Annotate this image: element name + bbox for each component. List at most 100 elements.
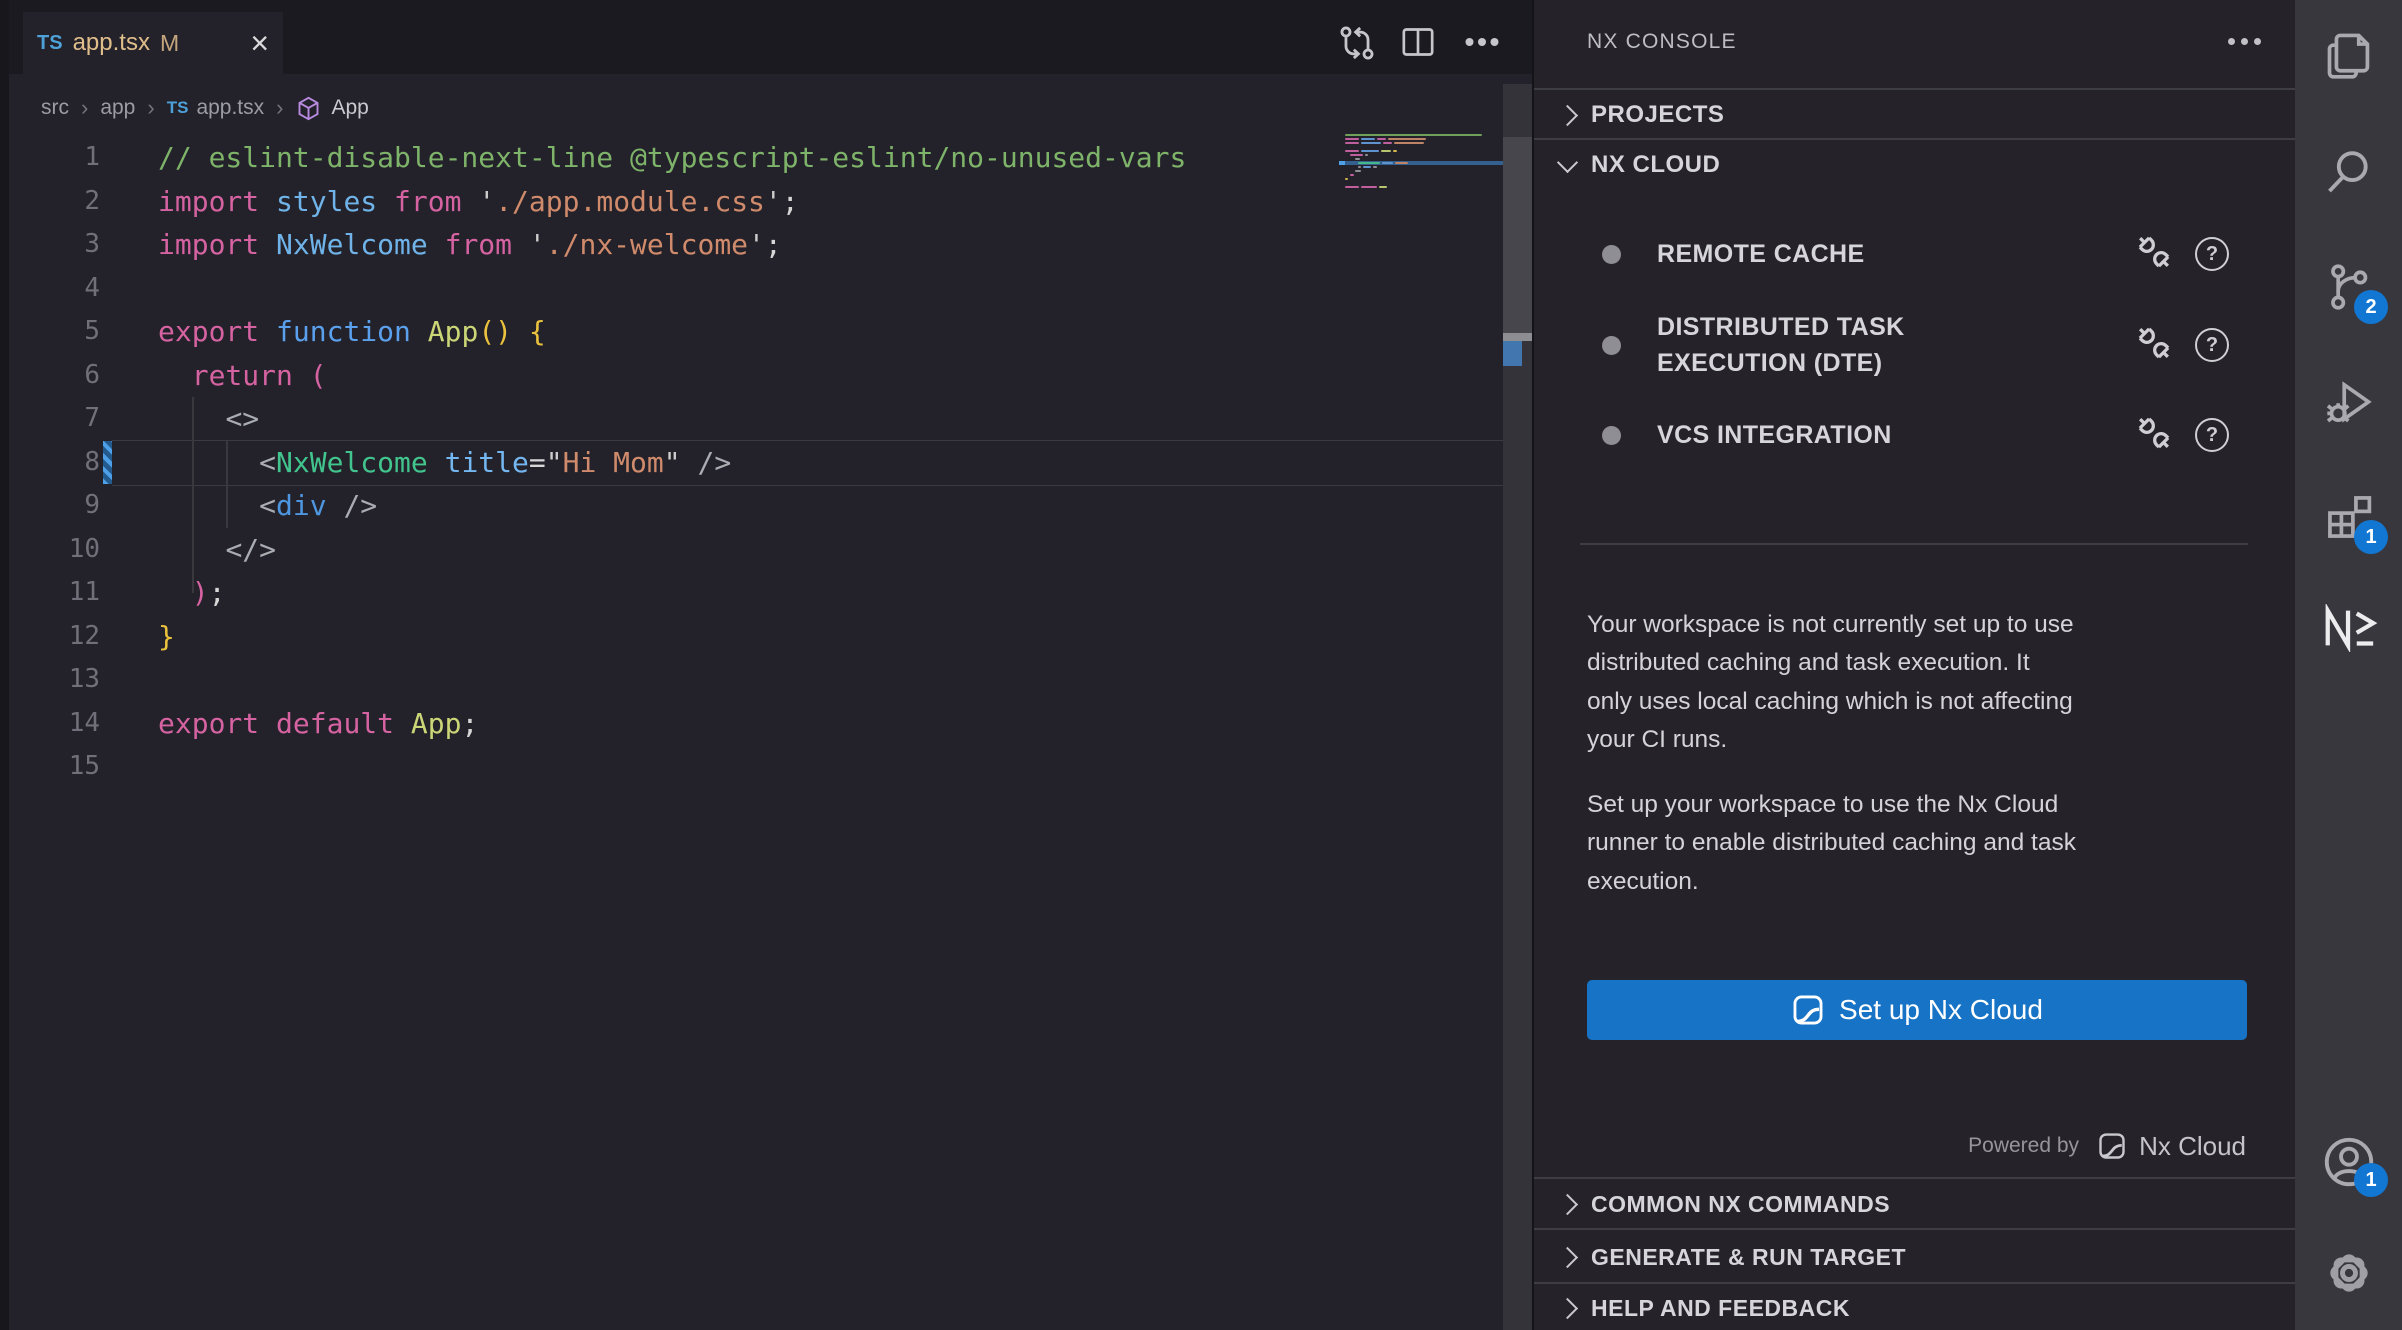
workspace-status-text: Your workspace is not currently set up t… (1587, 606, 2257, 759)
code-line[interactable]: export default App; (158, 702, 1186, 746)
chevron-right-icon (1557, 1297, 1578, 1318)
line-number: 8 (20, 441, 100, 485)
status-dot-icon (1602, 245, 1621, 264)
section-label: HELP AND FEEDBACK (1591, 1295, 1850, 1322)
connect-plug-icon[interactable] (2131, 229, 2177, 280)
nx-cloud-logo-icon (2097, 1131, 2127, 1161)
panel-title: NX CONSOLE (1587, 30, 1737, 54)
window-edge (0, 0, 9, 1330)
line-number: 7 (20, 397, 100, 441)
breadcrumb-separator: › (147, 95, 154, 121)
search-icon[interactable] (2323, 146, 2375, 203)
powered-by-label: Powered by (1968, 1134, 2079, 1158)
vscode-window: TS app.tsx M × src › (0, 0, 2402, 1330)
section-generate-run-target[interactable]: GENERATE & RUN TARGET (1534, 1228, 2297, 1284)
line-number: 14 (20, 702, 100, 746)
setup-nx-cloud-button[interactable]: Set up Nx Cloud (1587, 980, 2247, 1040)
section-projects[interactable]: PROJECTS (1534, 88, 2297, 140)
overview-ruler-cursor-marker (1503, 333, 1532, 341)
line-number: 1 (20, 136, 100, 180)
nx-console-icon[interactable] (2320, 604, 2378, 657)
chevron-right-icon (1557, 1194, 1578, 1215)
help-icon[interactable]: ? (2195, 237, 2229, 271)
modified-line-gutter-marker (103, 441, 112, 484)
code-line[interactable]: </> (158, 528, 1186, 572)
gutter: 123456789101112131415 (20, 136, 100, 789)
code-line[interactable]: import NxWelcome from './nx-welcome'; (158, 223, 1186, 267)
setup-button-label: Set up Nx Cloud (1839, 994, 2043, 1026)
scrollbar-slider[interactable] (1503, 137, 1532, 333)
help-icon[interactable]: ? (2195, 418, 2229, 452)
section-label: NX CLOUD (1591, 151, 1720, 179)
modified-badge: M (160, 30, 179, 57)
status-dot-icon (1602, 426, 1621, 445)
line-number: 10 (20, 528, 100, 572)
chevron-down-icon (1557, 151, 1578, 172)
symbol-cube-icon (295, 95, 322, 122)
more-actions-icon[interactable] (1462, 22, 1502, 62)
tab-app-tsx[interactable]: TS app.tsx M × (23, 12, 283, 74)
minimap-row (1345, 161, 1503, 165)
help-icon[interactable]: ? (2195, 328, 2229, 362)
status-dot-icon (1602, 336, 1621, 355)
nx-console-panel: NX CONSOLE PROJECTS NX CLOUD REMOTE CACH… (1532, 0, 2297, 1330)
breadcrumb: src › app › TS app.tsx › App (0, 84, 1532, 132)
run-debug-icon[interactable] (2323, 377, 2375, 434)
code-line[interactable]: // eslint-disable-next-line @typescript-… (158, 136, 1186, 180)
nx-cloud-logo-icon (1791, 993, 1825, 1027)
section-help-and-feedback[interactable]: HELP AND FEEDBACK (1534, 1282, 2297, 1330)
code-lines[interactable]: // eslint-disable-next-line @typescript-… (158, 136, 1186, 789)
breadcrumb-app[interactable]: app (100, 96, 135, 120)
breadcrumb-file[interactable]: app.tsx (196, 96, 264, 120)
breadcrumb-src[interactable]: src (41, 96, 69, 120)
chevron-right-icon (1557, 1246, 1578, 1267)
breadcrumb-symbol[interactable]: App (331, 96, 368, 120)
account-badge: 1 (2354, 1163, 2388, 1197)
feature-label: VCS INTEGRATION (1657, 417, 1892, 453)
code-line[interactable]: export function App() { (158, 310, 1186, 354)
breadcrumb-separator: › (81, 95, 88, 121)
minimap-row (1345, 189, 1503, 193)
overview-ruler-modified-marker (1503, 341, 1522, 366)
code-line[interactable]: ); (158, 571, 1186, 615)
powered-by: Powered by Nx Cloud (1968, 1126, 2246, 1166)
section-label: COMMON NX COMMANDS (1591, 1191, 1890, 1218)
connect-plug-icon[interactable] (2131, 320, 2177, 371)
setup-instruction-text: Set up your workspace to use the Nx Clou… (1587, 786, 2257, 901)
code-line[interactable]: <div /> (158, 484, 1186, 528)
code-line[interactable]: } (158, 615, 1186, 659)
section-label: GENERATE & RUN TARGET (1591, 1244, 1906, 1271)
scm-badge: 2 (2354, 290, 2388, 324)
close-tab-icon[interactable]: × (250, 28, 269, 58)
feature-label: REMOTE CACHE (1657, 236, 1865, 272)
settings-gear-icon[interactable] (2320, 1244, 2378, 1307)
breadcrumb-separator: › (276, 95, 283, 121)
code-line[interactable] (158, 658, 1186, 702)
tab-filename: app.tsx (73, 29, 150, 57)
explorer-icon[interactable] (2323, 30, 2375, 87)
tab-bar: TS app.tsx M × (0, 0, 1532, 74)
connect-plug-icon[interactable] (2131, 410, 2177, 461)
code-line[interactable]: <> (158, 397, 1186, 441)
typescript-file-icon: TS (37, 32, 63, 55)
section-common-nx-commands[interactable]: COMMON NX COMMANDS (1534, 1177, 2297, 1230)
split-editor-icon[interactable] (1398, 22, 1438, 62)
feature-dte: DISTRIBUTED TASK EXECUTION (DTE) ? (1587, 300, 2229, 390)
open-changes-icon[interactable] (1336, 22, 1378, 64)
section-nx-cloud[interactable]: NX CLOUD (1534, 138, 2297, 190)
panel-more-actions-icon[interactable] (2228, 38, 2267, 45)
code-line[interactable] (158, 267, 1186, 311)
line-number: 12 (20, 615, 100, 659)
code-line[interactable]: <NxWelcome title="Hi Mom" /> (158, 441, 1186, 485)
minimap[interactable] (1345, 133, 1503, 193)
line-number: 4 (20, 267, 100, 311)
divider (1580, 543, 2248, 545)
feature-vcs: VCS INTEGRATION ? (1587, 409, 2229, 461)
section-label: PROJECTS (1591, 101, 1724, 129)
chevron-right-icon (1557, 104, 1578, 125)
line-number: 2 (20, 180, 100, 224)
code-line[interactable]: return ( (158, 354, 1186, 398)
code-line[interactable] (158, 745, 1186, 789)
code-line[interactable]: import styles from './app.module.css'; (158, 180, 1186, 224)
nx-cloud-brand-label: Nx Cloud (2139, 1131, 2246, 1162)
